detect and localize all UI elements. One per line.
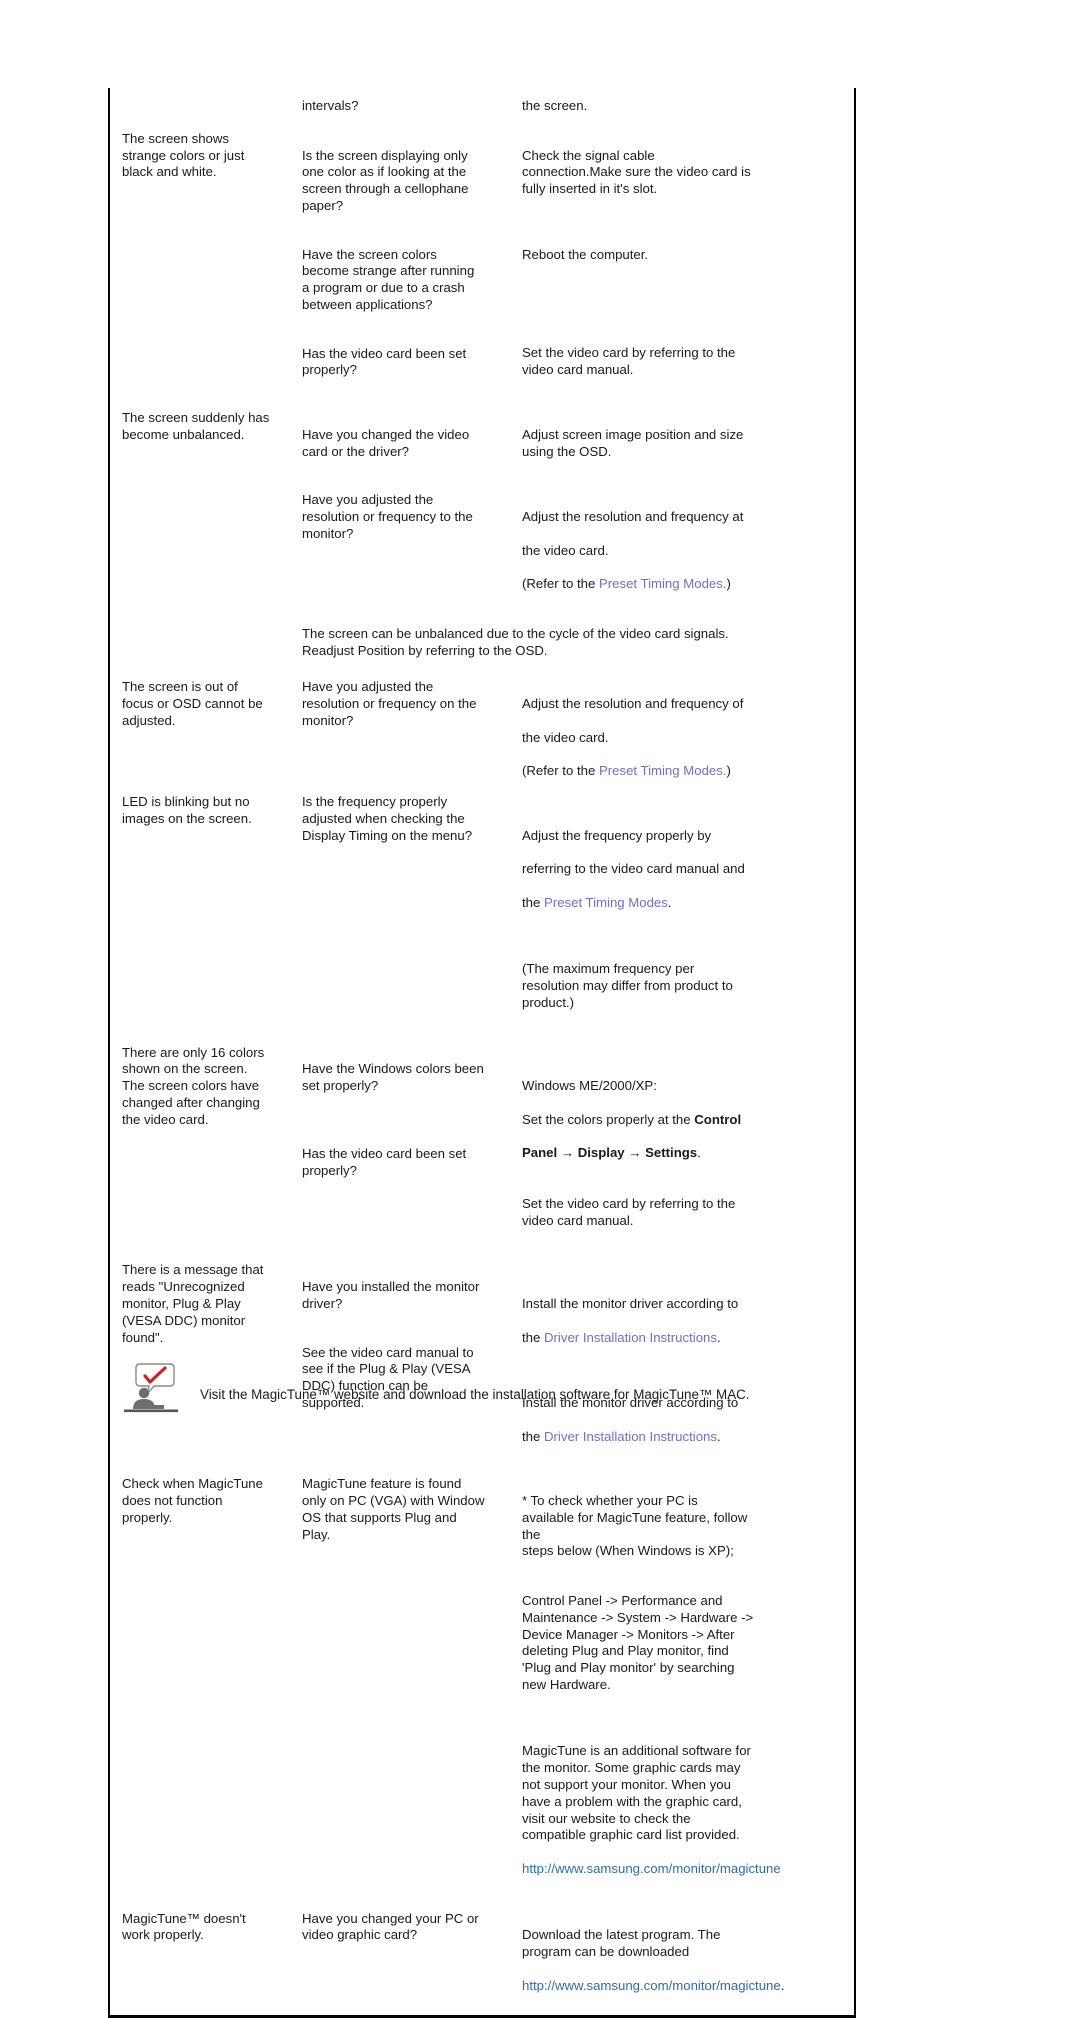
cell-checklist: Have you changed your PC or video graphi… (302, 1910, 479, 1943)
table-row: The screen is out of focus or OSD cannot… (110, 679, 854, 780)
cell-symptom: There are only 16 colors shown on the sc… (122, 1044, 265, 1127)
table-row: intervals? the screen. (110, 88, 854, 115)
link-magictune-url[interactable]: http://www.samsung.com/monitor/magictune (522, 1978, 781, 1993)
refer-prefix: the (522, 1329, 544, 1345)
checklist-block: Is the screen displaying only one color … (302, 147, 469, 213)
refer-suffix: . (667, 894, 672, 910)
solution-block: Check the signal cable connection.Make s… (522, 147, 751, 197)
table-row: The screen shows strange colors or just … (110, 131, 854, 396)
period: . (780, 1977, 785, 1993)
solution-line: Windows ME/2000/XP: (522, 1078, 657, 1094)
solution-block: Windows ME/2000/XP: Set the colors prope… (522, 1061, 842, 1162)
link-preset-timing-modes[interactable]: Preset Timing Modes. (599, 576, 727, 591)
checklist-block: Have you changed the video card or the d… (302, 426, 470, 459)
solution-paragraph: MagicTune is an additional software for … (522, 1743, 751, 1843)
solution-line: the video card. (522, 729, 609, 745)
period: . (697, 1145, 701, 1161)
solution-block: Control Panel -> Performance and Mainten… (522, 1592, 754, 1692)
solution-block: (The maximum frequency per resolution ma… (522, 961, 733, 1011)
checklist-block: Have you installed the monitor driver? (302, 1279, 480, 1312)
table-row: There are only 16 colors shown on the sc… (110, 1045, 854, 1247)
cell-solution: Download the latest program. The program… (512, 1911, 850, 1995)
cell-solution: Adjust screen image position and size us… (512, 410, 850, 610)
refer-prefix: (Refer to the (522, 576, 599, 592)
checklist-block: Have the screen colors become strange af… (302, 246, 475, 312)
cell-symptom: LED is blinking but no images on the scr… (122, 794, 252, 826)
solution-line: Adjust the resolution and frequency at (522, 508, 744, 524)
solution-block: Set the video card by referring to the v… (522, 345, 736, 378)
table-row: The screen suddenly has become unbalance… (110, 410, 854, 610)
cell-checklist: Is the frequency properly adjusted when … (302, 794, 473, 843)
link-driver-installation-instructions[interactable]: Driver Installation Instructions (544, 1429, 717, 1444)
checklist-block: Have you adjusted the resolution or freq… (302, 492, 473, 541)
checklist-block: Has the video card been set properly? (302, 345, 467, 378)
cell-solution: Windows ME/2000/XP: Set the colors prope… (512, 1045, 850, 1247)
cell-checklist: Is the screen displaying only one color … (292, 131, 512, 396)
cell-symptom: MagicTune™ doesn't work properly. (122, 1910, 246, 1943)
cell-checklist: Have you changed the video card or the d… (292, 410, 512, 559)
refer-prefix: the (522, 1428, 544, 1444)
troubleshooting-table: intervals? the screen. The screen shows … (108, 88, 856, 2018)
solution-block: Adjust screen image position and size us… (522, 426, 744, 459)
cell-symptom: Check when MagicTune does not function p… (122, 1476, 263, 1525)
solution-block: Reboot the computer. (522, 246, 649, 262)
cell-solution: the screen. (522, 98, 588, 113)
solution-block: Install the monitor driver according to … (522, 1279, 842, 1346)
bold-panel-path: Panel → Display → Settings (522, 1145, 698, 1161)
solution-line: Install the monitor driver according to (522, 1296, 739, 1312)
solution-block: Adjust the resolution and frequency at t… (522, 492, 842, 593)
link-driver-installation-instructions[interactable]: Driver Installation Instructions (544, 1330, 717, 1345)
solution-line: Adjust the resolution and frequency of (522, 696, 744, 712)
refer-suffix: . (716, 1329, 721, 1345)
solution-line: referring to the video card manual and (522, 861, 745, 877)
table-row: MagicTune™ doesn't work properly. Have y… (110, 1911, 854, 2015)
bold-control: Control (694, 1111, 742, 1127)
refer-suffix: ) (726, 763, 731, 779)
link-magictune-url[interactable]: http://www.samsung.com/monitor/magictune (522, 1861, 781, 1876)
solution-line: Set the colors properly at the (522, 1111, 695, 1127)
link-preset-timing-modes[interactable]: Preset Timing Modes. (599, 763, 727, 778)
checklist-block: Has the video card been set properly? (302, 1145, 467, 1178)
table-row-note: The screen can be unbalanced due to the … (110, 626, 854, 660)
cell-checklist: MagicTune feature is found only on PC (V… (302, 1476, 485, 1542)
cell-solution: Adjust the frequency properly by referri… (512, 794, 850, 1029)
refer-prefix: the (522, 894, 544, 910)
refer-suffix: ) (726, 576, 731, 592)
cell-symptom: There is a message that reads "Unrecogni… (122, 1262, 264, 1345)
table-row: Check when MagicTune does not function p… (110, 1476, 854, 1894)
footer-note-text: Visit the MagicTune™ website and downloa… (200, 1387, 750, 1402)
solution-line: the video card. (522, 542, 609, 558)
cell-checklist: Have you adjusted the resolution or freq… (302, 679, 477, 728)
note-person-check-icon (120, 1362, 182, 1416)
checklist-block: Have the Windows colors been set properl… (302, 1061, 484, 1094)
solution-block: MagicTune is an additional software for … (522, 1727, 842, 1878)
cell-symptom: The screen is out of focus or OSD cannot… (122, 679, 263, 728)
cell-checklist: intervals? (302, 98, 359, 113)
refer-suffix: . (716, 1428, 721, 1444)
solution-block: Set the video card by referring to the v… (522, 1196, 736, 1228)
cell-solution: Check the signal cable connection.Make s… (512, 131, 850, 396)
cell-checklist: Have the Windows colors been set properl… (292, 1045, 512, 1197)
cell-symptom: The screen suddenly has become unbalance… (122, 409, 270, 442)
cell-symptom: The screen shows strange colors or just … (122, 130, 245, 180)
cell-solution: Adjust the resolution and frequency of t… (512, 679, 850, 780)
link-preset-timing-modes[interactable]: Preset Timing Modes (544, 895, 668, 910)
solution-block: * To check whether your PC is available … (522, 1492, 748, 1559)
cell-note: The screen can be unbalanced due to the … (302, 625, 729, 658)
table-row: LED is blinking but no images on the scr… (110, 794, 854, 1029)
refer-prefix: (Refer to the (522, 763, 599, 779)
solution-paragraph: Download the latest program. The program… (522, 1927, 721, 1960)
solution-block: Adjust the frequency properly by referri… (522, 811, 842, 912)
solution-line: Adjust the frequency properly by (522, 827, 712, 843)
footer-note: Visit the MagicTune™ website and downloa… (108, 1362, 868, 1416)
cell-solution: * To check whether your PC is available … (512, 1476, 850, 1894)
